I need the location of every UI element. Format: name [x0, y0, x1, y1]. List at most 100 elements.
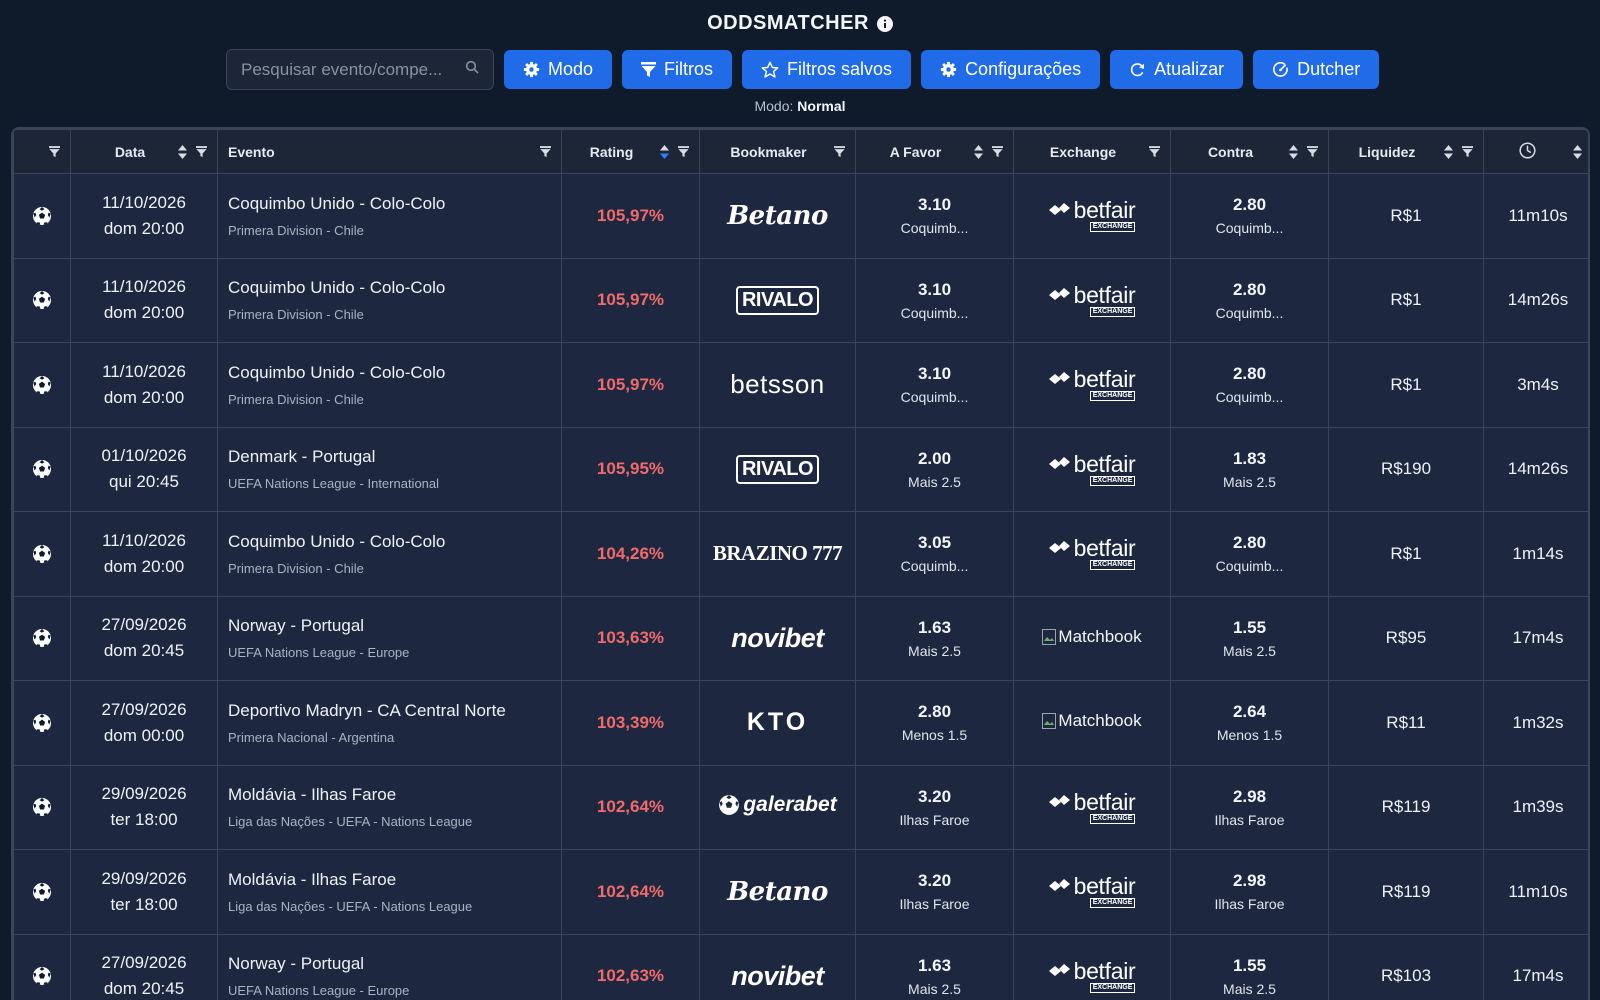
table-row[interactable]: 11/10/2026 dom 20:00 Coquimbo Unido - Co…: [13, 342, 1588, 428]
table-row[interactable]: 01/10/2026 qui 20:45 Denmark - Portugal …: [13, 426, 1588, 512]
contra-odd: 2.80: [1232, 195, 1267, 215]
date-cell: 01/10/2026 qui 20:45: [70, 426, 218, 512]
filter-icon[interactable]: [1149, 145, 1160, 158]
contra-cell[interactable]: 2.80 Coquimb...: [1170, 173, 1329, 259]
bookmaker-cell[interactable]: BRAZINO 777: [699, 511, 856, 597]
event-date: 11/10/2026: [102, 530, 186, 550]
bookmaker-cell[interactable]: novibet: [699, 933, 856, 1000]
column-data[interactable]: Data: [70, 129, 218, 174]
filtros-button[interactable]: Filtros: [622, 50, 733, 89]
sort-icon[interactable]: [178, 144, 187, 159]
sort-icon[interactable]: [974, 144, 983, 159]
sort-descending-icon[interactable]: [660, 144, 669, 159]
favor-cell[interactable]: 3.10 Coquimb...: [855, 342, 1014, 428]
column-elapsed[interactable]: [1483, 129, 1588, 174]
sort-icon[interactable]: [1444, 144, 1453, 159]
exchange-cell[interactable]: betfair EXCHANGE: [1013, 426, 1171, 512]
bookmaker-cell[interactable]: galerabet: [699, 764, 856, 850]
rating-value: 105,97%: [596, 290, 665, 310]
favor-cell[interactable]: 3.10 Coquimb...: [855, 173, 1014, 259]
filter-icon[interactable]: [196, 145, 207, 158]
bookmaker-cell[interactable]: KTO: [699, 680, 856, 766]
contra-cell[interactable]: 2.98 Ilhas Faroe: [1170, 849, 1329, 935]
filter-icon[interactable]: [540, 145, 551, 158]
exchange-cell[interactable]: betfair EXCHANGE: [1013, 257, 1171, 343]
favor-cell[interactable]: 2.00 Mais 2.5: [855, 426, 1014, 512]
dutcher-button[interactable]: Dutcher: [1253, 50, 1380, 89]
info-icon[interactable]: [876, 15, 893, 32]
search-input[interactable]: [241, 59, 465, 80]
bookmaker-cell[interactable]: novibet: [699, 595, 856, 681]
date-cell: 27/09/2026 dom 20:45: [70, 595, 218, 681]
exchange-cell[interactable]: betfair EXCHANGE: [1013, 511, 1171, 597]
favor-cell[interactable]: 3.10 Coquimb...: [855, 257, 1014, 343]
favor-cell[interactable]: 3.05 Coquimb...: [855, 511, 1014, 597]
favor-cell[interactable]: 2.80 Menos 1.5: [855, 680, 1014, 766]
filter-icon[interactable]: [834, 145, 845, 158]
event-date: 29/09/2026: [101, 868, 187, 888]
contra-cell[interactable]: 1.83 Mais 2.5: [1170, 426, 1329, 512]
search-icon[interactable]: [465, 60, 479, 79]
bookmaker-cell[interactable]: RIVALO: [699, 426, 856, 512]
filter-icon[interactable]: [1307, 145, 1318, 158]
column-evento[interactable]: Evento: [217, 129, 562, 174]
bookmaker-cell[interactable]: RIVALO: [699, 257, 856, 343]
favor-cell[interactable]: 1.63 Mais 2.5: [855, 595, 1014, 681]
atualizar-label: Atualizar: [1154, 59, 1225, 79]
table-row[interactable]: 27/09/2026 dom 00:00 Deportivo Madryn - …: [13, 680, 1588, 766]
filter-icon[interactable]: [992, 145, 1003, 158]
event-league: UEFA Nations League - Europe: [228, 983, 410, 999]
exchange-cell[interactable]: betfair EXCHANGE: [1013, 342, 1171, 428]
table-row[interactable]: 27/09/2026 dom 20:45 Norway - Portugal U…: [13, 595, 1588, 681]
favor-odd: 3.20: [917, 786, 952, 806]
exchange-cell[interactable]: betfair EXCHANGE: [1013, 764, 1171, 850]
column-a-favor[interactable]: A Favor: [855, 129, 1014, 174]
exchange-cell[interactable]: Matchbook: [1013, 595, 1171, 681]
column-exchange[interactable]: Exchange: [1013, 129, 1171, 174]
contra-cell[interactable]: 2.98 Ilhas Faroe: [1170, 764, 1329, 850]
filtros-salvos-button[interactable]: Filtros salvos: [742, 50, 912, 89]
modo-button[interactable]: Modo: [504, 50, 613, 89]
exchange-cell[interactable]: betfair EXCHANGE: [1013, 933, 1171, 1000]
column-liquidez[interactable]: Liquidez: [1328, 129, 1484, 174]
table-row[interactable]: 11/10/2026 dom 20:00 Coquimbo Unido - Co…: [13, 511, 1588, 597]
sort-icon[interactable]: [1289, 144, 1298, 159]
contra-cell[interactable]: 1.55 Mais 2.5: [1170, 595, 1329, 681]
elapsed-value: 14m26s: [1507, 459, 1569, 479]
contra-cell[interactable]: 2.64 Menos 1.5: [1170, 680, 1329, 766]
liquidez-value: R$1: [1390, 374, 1422, 394]
favor-cell[interactable]: 3.20 Ilhas Faroe: [855, 764, 1014, 850]
contra-cell[interactable]: 2.80 Coquimb...: [1170, 257, 1329, 343]
favor-odd: 2.80: [917, 702, 952, 722]
table-row[interactable]: 29/09/2026 ter 18:00 Moldávia - Ilhas Fa…: [13, 849, 1588, 935]
date-cell: 27/09/2026 dom 00:00: [70, 680, 218, 766]
column-bookmaker[interactable]: Bookmaker: [699, 129, 856, 174]
filter-icon[interactable]: [678, 145, 689, 158]
exchange-cell[interactable]: betfair EXCHANGE: [1013, 849, 1171, 935]
bookmaker-cell[interactable]: Betano: [699, 173, 856, 259]
favor-cell[interactable]: 3.20 Ilhas Faroe: [855, 849, 1014, 935]
bookmaker-cell[interactable]: betsson: [699, 342, 856, 428]
table-row[interactable]: 29/09/2026 ter 18:00 Moldávia - Ilhas Fa…: [13, 764, 1588, 850]
contra-cell[interactable]: 1.55 Mais 2.5: [1170, 933, 1329, 1000]
contra-cell[interactable]: 2.80 Coquimb...: [1170, 342, 1329, 428]
configuracoes-button[interactable]: Configurações: [921, 50, 1101, 89]
table-row[interactable]: 11/10/2026 dom 20:00 Coquimbo Unido - Co…: [13, 173, 1588, 259]
exchange-cell[interactable]: Matchbook: [1013, 680, 1171, 766]
column-contra[interactable]: Contra: [1170, 129, 1329, 174]
exchange-cell[interactable]: betfair EXCHANGE: [1013, 173, 1171, 259]
event-name: Deportivo Madryn - CA Central Norte: [228, 700, 506, 720]
sort-icon[interactable]: [1573, 144, 1582, 159]
elapsed-value: 17m4s: [1512, 966, 1564, 986]
table-row[interactable]: 11/10/2026 dom 20:00 Coquimbo Unido - Co…: [13, 257, 1588, 343]
table-row[interactable]: 27/09/2026 dom 20:45 Norway - Portugal U…: [13, 933, 1588, 1000]
filter-icon[interactable]: [1462, 145, 1473, 158]
column-rating[interactable]: Rating: [561, 129, 700, 174]
bookmaker-cell[interactable]: Betano: [699, 849, 856, 935]
rating-cell: 105,95%: [561, 426, 700, 512]
contra-odd: 2.80: [1232, 279, 1267, 299]
filter-icon[interactable]: [49, 145, 60, 158]
favor-cell[interactable]: 1.63 Mais 2.5: [855, 933, 1014, 1000]
contra-cell[interactable]: 2.80 Coquimb...: [1170, 511, 1329, 597]
atualizar-button[interactable]: Atualizar: [1110, 50, 1244, 89]
